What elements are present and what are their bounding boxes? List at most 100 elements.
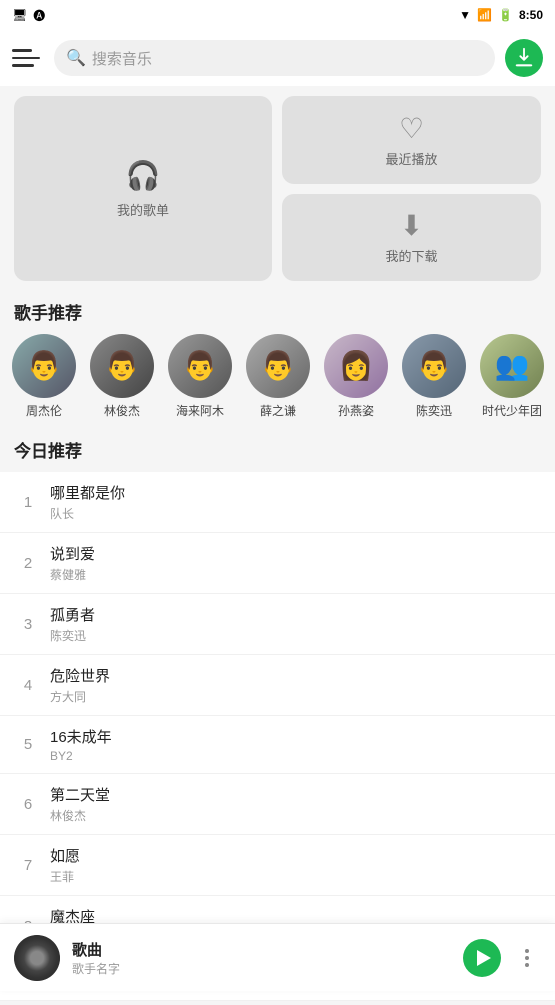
song-info-5: 16未成年 BY2 — [50, 726, 541, 763]
song-info-7: 如愿 王菲 — [50, 845, 541, 885]
song-number-4: 4 — [14, 677, 42, 694]
now-playing-info: 歌曲 歌手名字 — [72, 939, 451, 977]
artist-avatar-3: 👨 — [168, 334, 232, 398]
song-info-6: 第二天堂 林俊杰 — [50, 784, 541, 824]
now-playing-title: 歌曲 — [72, 939, 451, 960]
song-number-2: 2 — [14, 555, 42, 572]
heart-icon: ♡ — [399, 112, 424, 145]
artist-avatar-5: 👩 — [324, 334, 388, 398]
artist-item[interactable]: 👩 孙燕姿 — [322, 334, 390, 419]
more-options-button[interactable] — [513, 944, 541, 972]
song-info-4: 危险世界 方大同 — [50, 665, 541, 705]
more-dot-3 — [525, 963, 529, 967]
artist-item[interactable]: 👨 林俊杰 — [88, 334, 156, 419]
menu-line-2 — [12, 57, 40, 60]
song-title-7: 如愿 — [50, 845, 541, 866]
artist-name-7: 时代少年团 — [482, 402, 542, 419]
menu-line-3 — [12, 64, 34, 67]
play-icon — [477, 950, 491, 966]
table-row[interactable]: 4 危险世界 方大同 — [0, 655, 555, 716]
cards-right: ♡ 最近播放 ⬇ 我的下载 — [282, 96, 541, 281]
search-icon: 🔍 — [66, 48, 86, 68]
song-artist-6: 林俊杰 — [50, 807, 541, 824]
status-right: ▼ 📶 🔋 8:50 — [459, 8, 543, 22]
search-placeholder: 搜索音乐 — [92, 48, 152, 69]
notification-icon: 🖥 — [12, 8, 27, 22]
song-title-5: 16未成年 — [50, 726, 541, 747]
my-download-card[interactable]: ⬇ 我的下载 — [282, 194, 541, 282]
table-row[interactable]: 5 16未成年 BY2 — [0, 716, 555, 774]
headphone-icon: 🎧 — [126, 159, 161, 192]
song-number-6: 6 — [14, 796, 42, 813]
artist-name-5: 孙燕姿 — [338, 402, 374, 419]
my-playlist-card[interactable]: 🎧 我的歌单 — [14, 96, 272, 281]
battery-icon: 🔋 — [498, 8, 513, 22]
artist-name-2: 林俊杰 — [104, 402, 140, 419]
table-row[interactable]: 2 说到爱 蔡健雅 — [0, 533, 555, 594]
song-title-4: 危险世界 — [50, 665, 541, 686]
artists-row: 👨 周杰伦 👨 林俊杰 👨 海来阿木 👨 薛之谦 👩 孙燕姿 👨 陈奕迅 � — [0, 330, 555, 429]
song-title-3: 孤勇者 — [50, 604, 541, 625]
album-art — [14, 935, 60, 981]
now-playing-bar[interactable]: 歌曲 歌手名字 — [0, 923, 555, 991]
signal-icon: 📶 — [477, 8, 492, 22]
song-artist-5: BY2 — [50, 749, 541, 763]
more-dot-1 — [525, 949, 529, 953]
artist-item[interactable]: 👨 海来阿木 — [166, 334, 234, 419]
song-number-3: 3 — [14, 616, 42, 633]
song-artist-3: 陈奕迅 — [50, 627, 541, 644]
song-number-1: 1 — [14, 494, 42, 511]
time-display: 8:50 — [519, 8, 543, 22]
song-title-6: 第二天堂 — [50, 784, 541, 805]
more-dot-2 — [525, 956, 529, 960]
recent-play-label: 最近播放 — [385, 149, 437, 168]
artist-avatar-7: 👥 — [480, 334, 544, 398]
my-download-label: 我的下载 — [385, 246, 437, 265]
song-number-5: 5 — [14, 736, 42, 753]
song-artist-2: 蔡健雅 — [50, 566, 541, 583]
song-info-2: 说到爱 蔡健雅 — [50, 543, 541, 583]
menu-button[interactable] — [12, 42, 44, 74]
artist-name-4: 薛之谦 — [260, 402, 296, 419]
table-row[interactable]: 3 孤勇者 陈奕迅 — [0, 594, 555, 655]
recent-play-card[interactable]: ♡ 最近播放 — [282, 96, 541, 184]
album-vinyl — [14, 935, 60, 981]
song-info-3: 孤勇者 陈奕迅 — [50, 604, 541, 644]
song-number-7: 7 — [14, 857, 42, 874]
song-artist-4: 方大同 — [50, 688, 541, 705]
table-row[interactable]: 6 第二天堂 林俊杰 — [0, 774, 555, 835]
menu-line-1 — [12, 49, 32, 52]
song-info-1: 哪里都是你 队长 — [50, 482, 541, 522]
status-bar: 🖥 🅐 ▼ 📶 🔋 8:50 — [0, 0, 555, 30]
search-bar[interactable]: 🔍 搜索音乐 — [54, 40, 495, 76]
song-title-2: 说到爱 — [50, 543, 541, 564]
song-title-1: 哪里都是你 — [50, 482, 541, 503]
artist-name-6: 陈奕迅 — [416, 402, 452, 419]
artist-item[interactable]: 👨 薛之谦 — [244, 334, 312, 419]
artist-item[interactable]: 👥 时代少年团 — [478, 334, 546, 419]
artist-avatar-1: 👨 — [12, 334, 76, 398]
today-section-title: 今日推荐 — [0, 429, 555, 468]
status-left: 🖥 🅐 — [12, 7, 45, 24]
artist-name-1: 周杰伦 — [26, 402, 62, 419]
cards-grid: 🎧 我的歌单 ♡ 最近播放 ⬇ 我的下载 — [0, 86, 555, 291]
wifi-icon: ▼ — [459, 8, 471, 22]
artist-item[interactable]: 👨 周杰伦 — [10, 334, 78, 419]
artist-avatar-6: 👨 — [402, 334, 466, 398]
alert-icon: 🅐 — [33, 7, 45, 24]
now-playing-artist: 歌手名字 — [72, 960, 451, 977]
artist-item[interactable]: 👨 陈奕迅 — [400, 334, 468, 419]
artist-section-title: 歌手推荐 — [0, 291, 555, 330]
download-card-icon: ⬇ — [400, 209, 423, 242]
artist-name-3: 海来阿木 — [176, 402, 224, 419]
play-button[interactable] — [463, 939, 501, 977]
top-bar: 🔍 搜索音乐 — [0, 30, 555, 86]
table-row[interactable]: 7 如愿 王菲 — [0, 835, 555, 896]
artist-avatar-2: 👨 — [90, 334, 154, 398]
download-icon — [513, 47, 535, 69]
download-button[interactable] — [505, 39, 543, 77]
my-playlist-label: 我的歌单 — [117, 200, 169, 219]
song-artist-1: 队长 — [50, 505, 541, 522]
table-row[interactable]: 1 哪里都是你 队长 — [0, 472, 555, 533]
artist-avatar-4: 👨 — [246, 334, 310, 398]
